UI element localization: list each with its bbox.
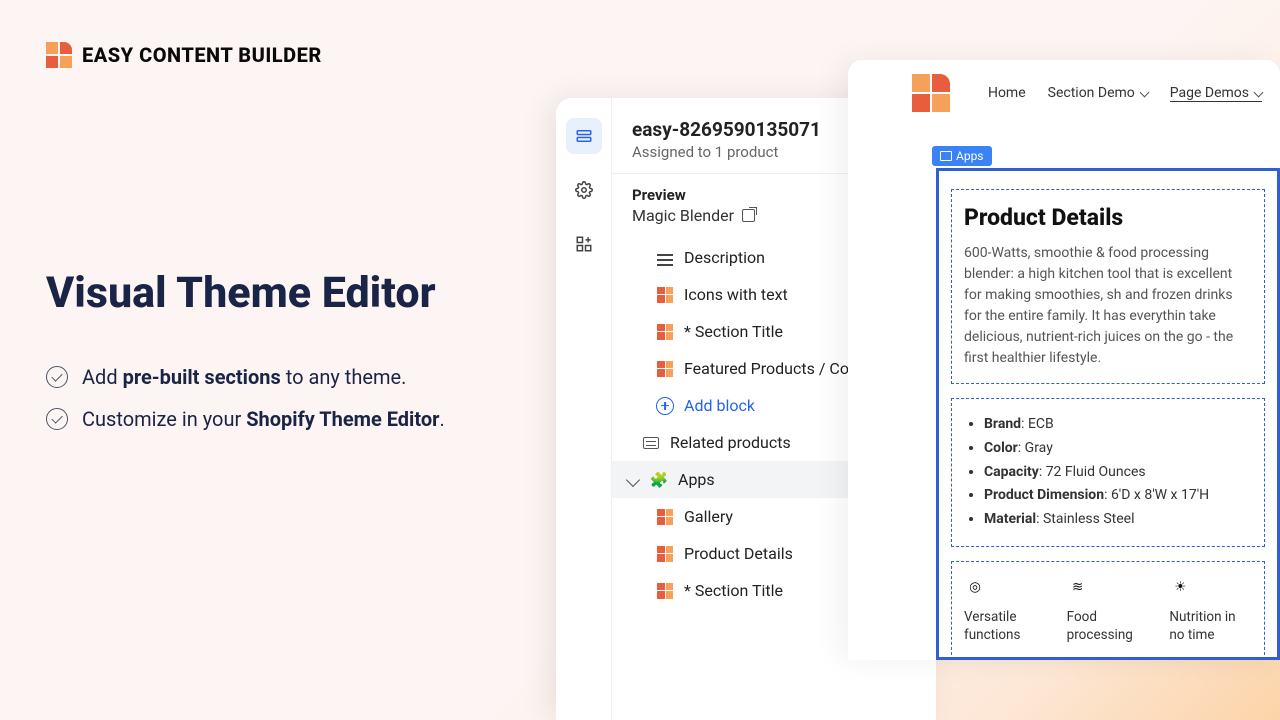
- nav-page-demos[interactable]: Page Demos: [1170, 85, 1262, 102]
- plus-circle-icon: [656, 397, 674, 415]
- nav-home[interactable]: Home: [988, 85, 1026, 102]
- block-icon: [656, 323, 674, 341]
- block-icon: [656, 286, 674, 304]
- rail-apps-button[interactable]: [566, 226, 602, 262]
- spec-row: Material: Stainless Steel: [984, 508, 1252, 532]
- editor-rail: [556, 98, 612, 720]
- logo-icon: [46, 42, 72, 68]
- lines-icon: [656, 249, 674, 267]
- hero-bullet: Add pre-built sections to any theme.: [46, 365, 506, 389]
- waves-icon: ≋: [1067, 576, 1089, 598]
- spec-row: Color: Gray: [984, 437, 1252, 461]
- preview-label: Preview: [632, 186, 755, 204]
- block-icon: [656, 582, 674, 600]
- brand-name: EASY CONTENT BUILDER: [82, 43, 322, 67]
- section-icon: [642, 434, 660, 452]
- rail-settings-button[interactable]: [566, 172, 602, 208]
- chevron-down-icon: [626, 472, 640, 486]
- block-icon: [656, 508, 674, 526]
- icon-cell-versatile: ◎Versatile functions: [964, 576, 1047, 644]
- block-icon: [656, 360, 674, 378]
- hero-bullet: Customize in your Shopify Theme Editor.: [46, 407, 506, 431]
- product-description: 600-Watts, smoothie & food processing bl…: [964, 243, 1252, 369]
- product-details-card: Product Details 600-Watts, smoothie & fo…: [951, 189, 1265, 384]
- spec-row: Product Dimension: 6'D x 8'W x 17'H: [984, 484, 1252, 508]
- spec-row: Capacity: 72 Fluid Ounces: [984, 461, 1252, 485]
- icons-card: ◎Versatile functions ≋Food processing ☀N…: [951, 561, 1265, 660]
- external-link-icon: [742, 209, 755, 222]
- icon-cell-nutrition: ☀Nutrition in no time: [1169, 576, 1252, 644]
- sun-icon: ☀: [1169, 576, 1191, 598]
- preview-window: Home Section Demo Page Demos Apps Produc…: [848, 60, 1280, 660]
- apps-tag[interactable]: Apps: [932, 146, 992, 166]
- preview-frame: Product Details 600-Watts, smoothie & fo…: [936, 168, 1280, 660]
- icon-cell-food: ≋Food processing: [1067, 576, 1150, 644]
- preview-logo-icon: [912, 74, 950, 112]
- hero-title: Visual Theme Editor: [46, 270, 506, 317]
- apps-icon: 🧩: [650, 471, 668, 489]
- target-icon: ◎: [964, 576, 986, 598]
- spec-row: Brand: ECB: [984, 413, 1252, 437]
- check-icon: [46, 408, 68, 430]
- preview-value[interactable]: Magic Blender: [632, 206, 755, 225]
- specs-card: Brand: ECB Color: Gray Capacity: 72 Flui…: [951, 398, 1265, 547]
- block-icon: [656, 545, 674, 563]
- product-details-heading: Product Details: [964, 204, 1252, 231]
- rail-sections-button[interactable]: [566, 118, 602, 154]
- brand-logo: EASY CONTENT BUILDER: [46, 42, 322, 68]
- nav-section-demo[interactable]: Section Demo: [1048, 85, 1148, 102]
- check-icon: [46, 366, 68, 388]
- hero: Visual Theme Editor Add pre-built sectio…: [46, 270, 506, 449]
